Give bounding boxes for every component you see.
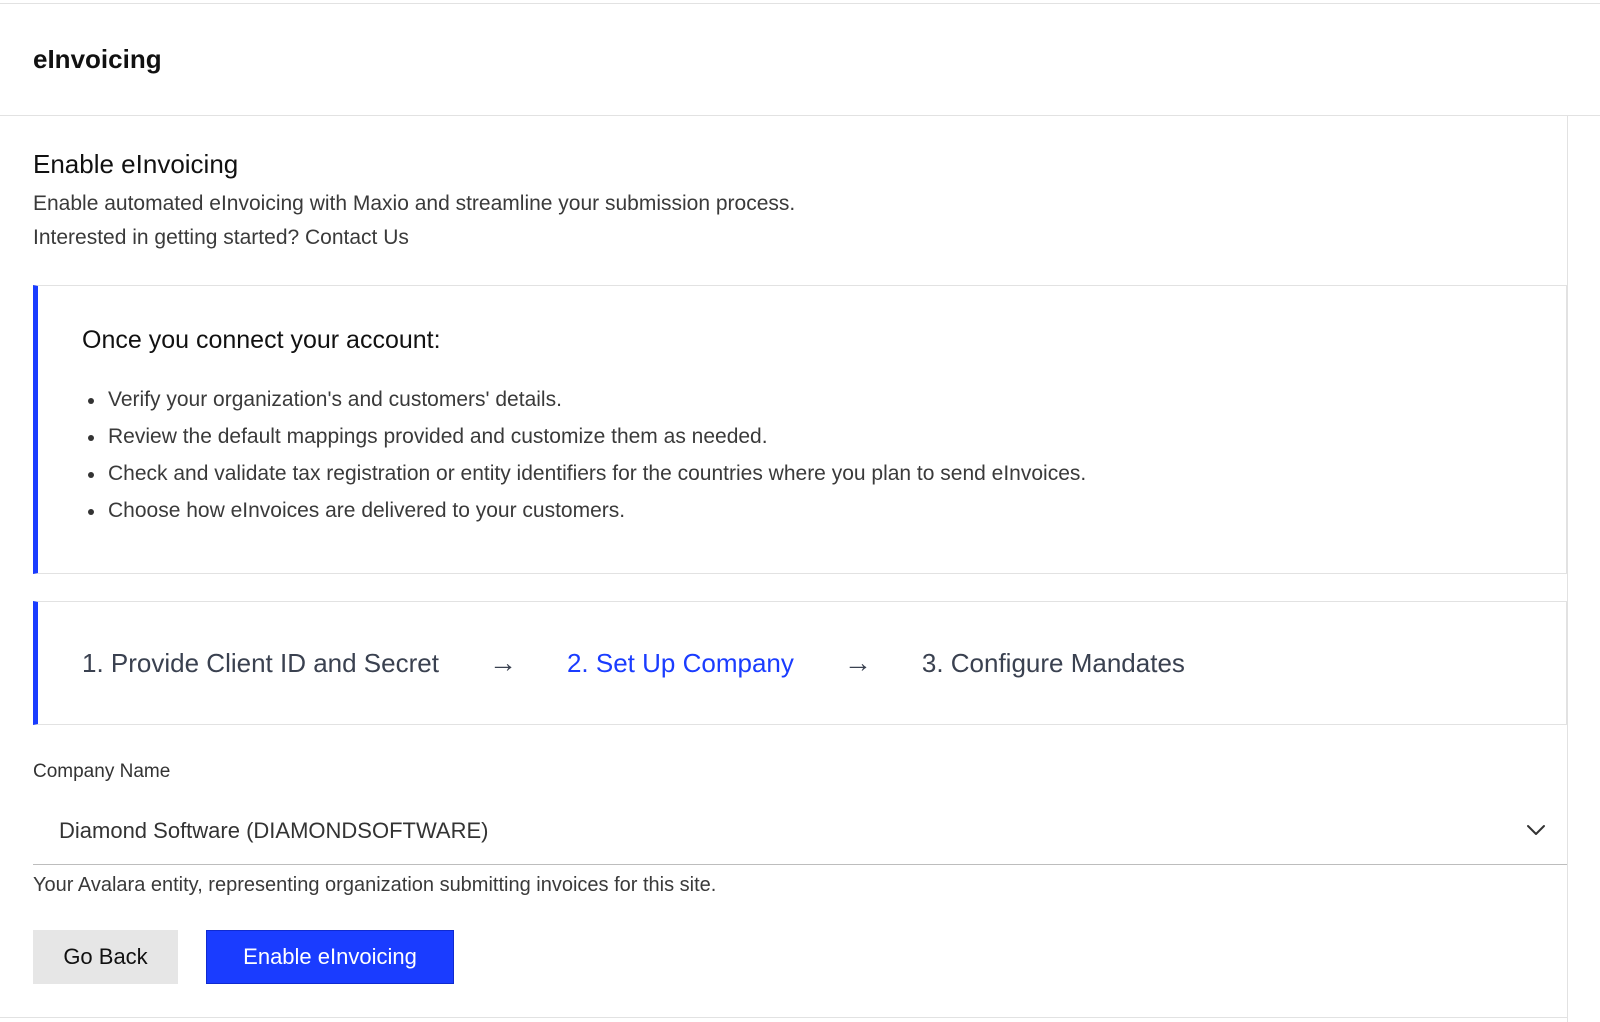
list-item: Choose how eInvoices are delivered to yo… bbox=[82, 497, 1086, 534]
contact-prefix: Interested in getting started? bbox=[33, 226, 306, 249]
setup-steps: 1. Provide Client ID and Secret → 2. Set… bbox=[33, 601, 1567, 725]
company-name-select[interactable]: Diamond Software (DIAMONDSOFTWARE) bbox=[33, 797, 1567, 865]
list-item: Review the default mappings provided and… bbox=[82, 423, 1086, 460]
arrow-right-icon: → bbox=[488, 647, 517, 678]
content-right-divider bbox=[1567, 116, 1568, 1022]
arrow-right-icon: → bbox=[843, 647, 872, 678]
contact-line: Interested in getting started? Contact U… bbox=[33, 226, 409, 250]
chevron-down-icon bbox=[1527, 825, 1545, 835]
step-provide-client-id: 1. Provide Client ID and Secret bbox=[82, 647, 439, 678]
info-callout: Once you connect your account: Verify yo… bbox=[33, 285, 1567, 574]
list-item: Check and validate tax registration or e… bbox=[82, 460, 1086, 497]
page: eInvoicing Enable eInvoicing Enable auto… bbox=[0, 0, 1600, 1022]
info-title: Once you connect your account: bbox=[82, 326, 441, 354]
company-name-value: Diamond Software (DIAMONDSOFTWARE) bbox=[59, 818, 489, 843]
page-title: eInvoicing bbox=[33, 44, 162, 74]
company-helper-text: Your Avalara entity, representing organi… bbox=[33, 874, 717, 896]
go-back-button[interactable]: Go Back bbox=[33, 930, 178, 984]
step-set-up-company: 2. Set Up Company bbox=[566, 647, 794, 678]
company-name-label: Company Name bbox=[33, 761, 171, 782]
info-list: Verify your organization's and customers… bbox=[82, 386, 1086, 534]
bottom-divider bbox=[0, 1017, 1568, 1018]
section-description: Enable automated eInvoicing with Maxio a… bbox=[33, 192, 796, 215]
contact-us-link[interactable]: Contact Us bbox=[305, 226, 409, 249]
enable-einvoicing-button[interactable]: Enable eInvoicing bbox=[206, 930, 454, 984]
list-item: Verify your organization's and customers… bbox=[82, 386, 1086, 423]
section-title: Enable eInvoicing bbox=[33, 149, 239, 179]
step-configure-mandates: 3. Configure Mandates bbox=[921, 647, 1185, 678]
page-header: eInvoicing bbox=[0, 4, 1600, 116]
